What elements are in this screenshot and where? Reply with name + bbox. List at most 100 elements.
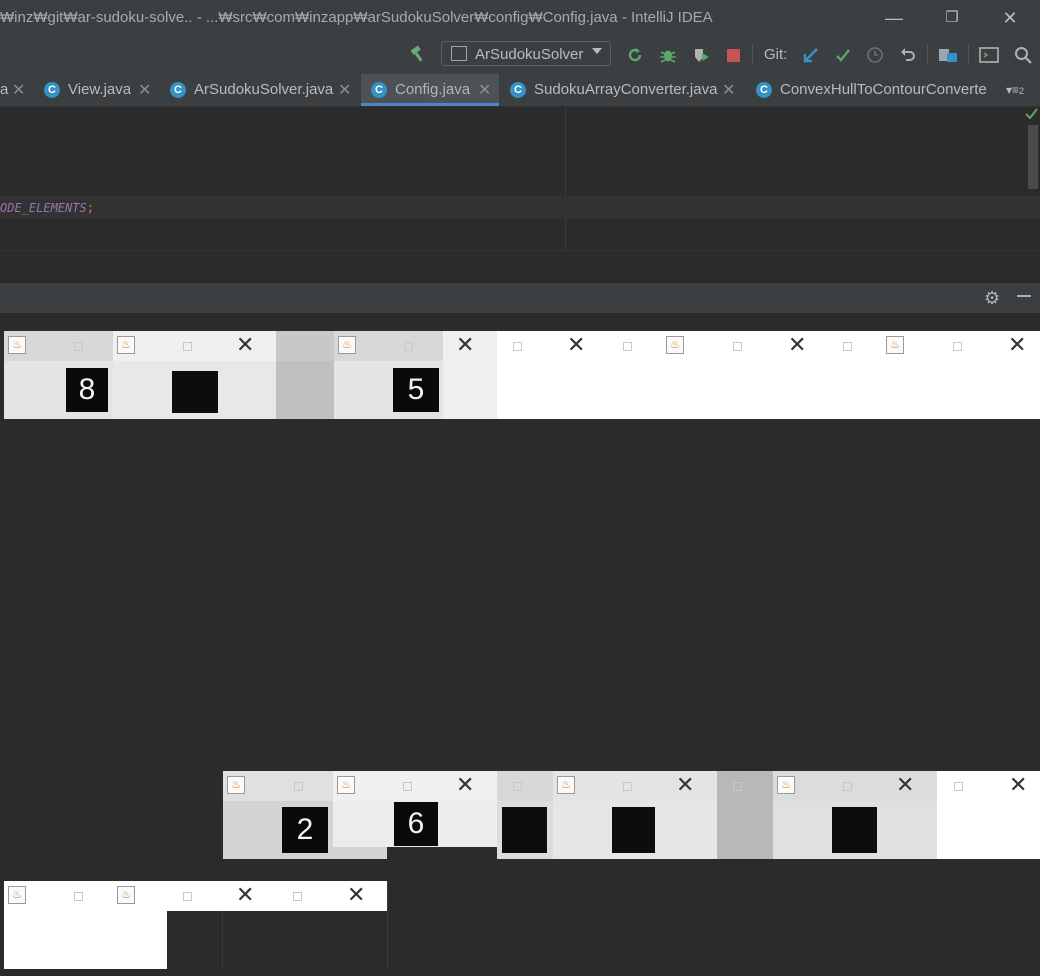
java-icon: ♨ — [886, 336, 904, 354]
maximize-icon[interactable] — [403, 782, 412, 791]
tab-convexhulltocontourconverter[interactable]: C ConvexHullToContourConverte — [756, 74, 1006, 106]
java-image-window[interactable]: ♨ ✕ — [882, 331, 1040, 419]
window-title: ₩inz₩git₩ar-sudoku-solve.. - ...₩src₩com… — [0, 9, 713, 26]
maximize-icon[interactable] — [294, 782, 303, 791]
run-with-coverage-icon[interactable] — [690, 44, 712, 66]
close-icon[interactable]: ✕ — [456, 773, 474, 798]
tab-overflow-button[interactable]: ▾≡2 — [1006, 83, 1024, 97]
java-image-window[interactable] — [497, 771, 553, 859]
toolbar-separator — [927, 45, 928, 65]
java-image-window[interactable]: ♨ ✕ 6 — [333, 771, 497, 847]
hammer-icon[interactable] — [407, 43, 429, 65]
class-icon: C — [170, 82, 186, 98]
debug-icon[interactable] — [657, 44, 679, 66]
close-icon[interactable]: ✕ — [788, 333, 806, 358]
maximize-icon[interactable] — [733, 342, 742, 351]
cell-image-digit: 8 — [66, 368, 108, 412]
maximize-icon[interactable] — [74, 342, 83, 351]
maximize-icon[interactable] — [843, 342, 852, 351]
java-image-window[interactable]: ✕ — [277, 881, 388, 969]
tab-sudokuarrayconverter-java[interactable]: C SudokuArrayConverter.java ✕ — [510, 74, 740, 106]
java-image-window[interactable]: ✕ — [937, 771, 1040, 859]
java-image-window[interactable] — [607, 331, 662, 419]
editor-scrollbar-thumb[interactable] — [1028, 125, 1038, 189]
right-margin-guide — [565, 107, 566, 250]
tab-view-java[interactable]: C View.java ✕ — [44, 74, 154, 106]
close-icon[interactable]: ✕ — [478, 80, 491, 100]
maximize-icon[interactable] — [183, 342, 192, 351]
close-icon[interactable]: ✕ — [347, 883, 365, 908]
run-config-icon — [451, 46, 467, 61]
java-image-window[interactable]: ♨ — [4, 881, 113, 969]
git-update-icon[interactable] — [800, 44, 822, 66]
java-image-window[interactable] — [276, 331, 334, 419]
cell-image-digit: 6 — [394, 802, 438, 846]
close-icon[interactable]: ✕ — [12, 80, 25, 100]
close-icon[interactable]: ✕ — [567, 333, 585, 358]
java-image-window[interactable]: ♨ ✕ — [553, 771, 717, 859]
maximize-icon[interactable] — [183, 892, 192, 901]
close-icon[interactable]: ✕ — [676, 773, 694, 798]
maximize-icon[interactable] — [843, 782, 852, 791]
maximize-icon[interactable] — [623, 342, 632, 351]
cell-image-digit: 2 — [282, 807, 328, 853]
close-icon[interactable]: ✕ — [338, 80, 351, 100]
close-icon[interactable]: ✕ — [722, 80, 735, 100]
maximize-icon[interactable] — [74, 892, 83, 901]
maximize-icon[interactable] — [292, 342, 301, 351]
git-commit-icon[interactable] — [832, 44, 854, 66]
java-icon: ♨ — [557, 776, 575, 794]
java-image-window[interactable]: ✕ — [497, 331, 607, 419]
tab-config-java[interactable]: C Config.java ✕ — [361, 74, 499, 106]
java-image-window[interactable]: ♨ ✕ — [113, 881, 277, 969]
rollback-icon[interactable] — [897, 44, 919, 66]
close-icon[interactable]: ✕ — [456, 333, 474, 358]
code-line: ODE_ELEMENTS; — [0, 201, 94, 215]
java-image-window[interactable]: ♨ ✕ — [113, 331, 276, 419]
maximize-icon[interactable] — [293, 892, 302, 901]
divider — [222, 911, 223, 969]
search-icon[interactable] — [1012, 44, 1034, 66]
java-image-window[interactable]: ♨ ✕ — [773, 771, 937, 859]
stop-icon[interactable] — [722, 44, 744, 66]
close-icon[interactable]: ✕ — [138, 80, 151, 100]
close-icon[interactable]: ✕ — [896, 773, 914, 798]
maximize-icon[interactable] — [513, 342, 522, 351]
project-structure-icon[interactable] — [937, 44, 959, 66]
java-image-window[interactable]: ✕ — [443, 331, 497, 419]
inspection-ok-icon[interactable] — [1025, 107, 1038, 123]
maximize-icon[interactable] — [513, 782, 522, 791]
maximize-icon[interactable] — [623, 782, 632, 791]
java-image-window[interactable] — [717, 771, 773, 859]
java-image-window[interactable]: ♨ ✕ — [662, 331, 827, 419]
java-image-window[interactable]: ♨ 8 — [4, 331, 113, 419]
java-image-window[interactable] — [827, 331, 882, 419]
toolbar-separator — [752, 45, 753, 65]
terminal-icon[interactable] — [978, 44, 1000, 66]
tab-partial[interactable]: a ✕ — [0, 74, 30, 106]
cell-image-digit: 5 — [393, 368, 439, 412]
close-icon[interactable]: ✕ — [1008, 333, 1026, 358]
close-button[interactable]: ✕ — [998, 6, 1022, 30]
maximize-icon[interactable] — [953, 342, 962, 351]
gear-icon[interactable]: ⚙ — [984, 288, 1000, 309]
code-editor[interactable]: ODE_ELEMENTS; — [0, 107, 1040, 250]
tool-window-header: ⚙ — [0, 283, 1040, 313]
tab-label: ConvexHullToContourConverte — [780, 81, 987, 98]
rerun-icon[interactable] — [624, 44, 646, 66]
history-icon[interactable] — [864, 44, 886, 66]
close-icon[interactable]: ✕ — [236, 333, 254, 358]
cell-image-empty — [832, 807, 877, 853]
close-icon[interactable]: ✕ — [1009, 773, 1027, 798]
run-configuration-dropdown[interactable]: ArSudokuSolver — [441, 41, 611, 66]
restore-button[interactable]: ❐ — [940, 6, 964, 30]
close-icon[interactable]: ✕ — [236, 883, 254, 908]
maximize-icon[interactable] — [404, 342, 413, 351]
java-image-window[interactable]: ♨ 5 — [334, 331, 443, 419]
tab-arsudokusolver-java[interactable]: C ArSudokuSolver.java ✕ — [170, 74, 360, 106]
maximize-icon[interactable] — [954, 782, 963, 791]
minus-icon[interactable] — [1017, 295, 1031, 297]
class-icon: C — [756, 82, 772, 98]
minimize-button[interactable]: — — [882, 6, 906, 30]
maximize-icon[interactable] — [733, 782, 742, 791]
